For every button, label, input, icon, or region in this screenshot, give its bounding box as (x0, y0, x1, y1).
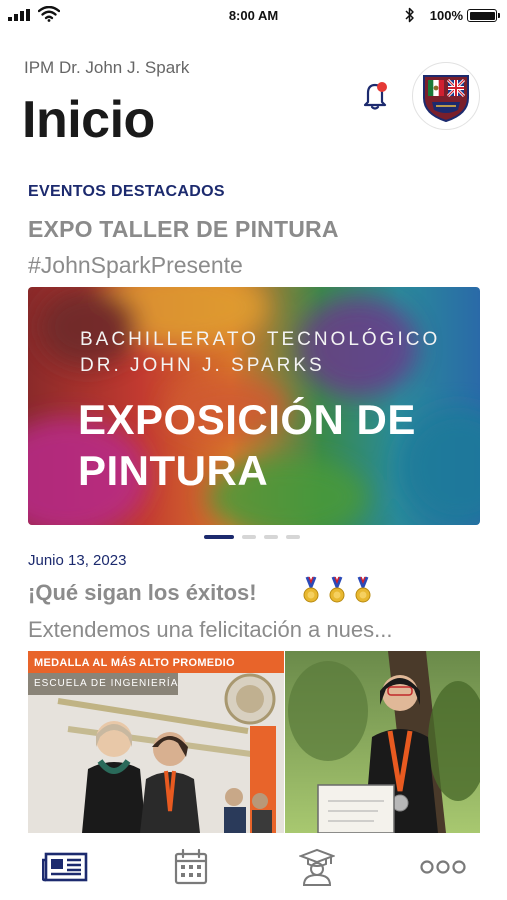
photo-caption-banner: MEDALLA AL MÁS ALTO PROMEDIO (34, 657, 235, 669)
medal-icon (303, 576, 319, 603)
carousel-dot[interactable] (242, 535, 256, 539)
battery-icon (467, 9, 500, 22)
medal-icon (355, 576, 371, 603)
bell-icon[interactable] (360, 78, 392, 112)
news-photo[interactable]: MEDALLA AL MÁS ALTO PROMEDIO ESCUELA DE … (28, 651, 480, 833)
page-title: Inicio (22, 91, 155, 149)
nav-item-more[interactable] (418, 847, 468, 887)
banner-headline-line1: EXPOSICIÓN DE (78, 396, 416, 443)
school-crest-button[interactable] (412, 62, 480, 130)
battery-percentage: 100% (429, 8, 463, 23)
news-icon (42, 852, 88, 882)
more-icon (420, 860, 466, 874)
news-date: Junio 13, 2023 (28, 552, 127, 569)
featured-event-banner[interactable]: BACHILLERATO TECNOLÓGICO DR. JOHN J. SPA… (28, 287, 480, 525)
carousel-indicator[interactable] (0, 534, 507, 540)
nav-item-calendar[interactable] (166, 847, 216, 887)
photo-caption-school: ESCUELA DE INGENIERÍA (34, 678, 179, 689)
carousel-dot-active[interactable] (204, 535, 234, 539)
status-bar: 8:00 AM 100% (0, 0, 507, 32)
carousel-dot[interactable] (264, 535, 278, 539)
medal-icon (329, 576, 345, 603)
news-title[interactable]: ¡Qué sigan los éxitos! (28, 580, 257, 606)
nav-item-news[interactable] (40, 847, 90, 887)
school-crest-icon (423, 75, 469, 123)
banner-subtitle-line1: BACHILLERATO TECNOLÓGICO (80, 329, 441, 350)
school-name: IPM Dr. John J. Spark (24, 58, 190, 77)
carousel-dot[interactable] (286, 535, 300, 539)
nav-item-graduate[interactable] (292, 847, 342, 887)
calendar-icon (174, 849, 208, 885)
medals-emoji (303, 576, 371, 603)
notification-dot (377, 82, 387, 92)
graduate-icon (299, 848, 335, 886)
section-label-featured-events: EVENTOS DESTACADOS (28, 183, 225, 200)
featured-event-hashtag: #JohnSparkPresente (28, 252, 243, 278)
banner-subtitle-line2: DR. JOHN J. SPARKS (80, 355, 325, 376)
news-excerpt[interactable]: Extendemos una felicitación a nues... (28, 617, 478, 643)
featured-event-title[interactable]: EXPO TALLER DE PINTURA (28, 216, 339, 243)
banner-headline-line2: PINTURA (78, 447, 269, 494)
bottom-navigation (0, 833, 507, 900)
bluetooth-icon (405, 7, 414, 23)
